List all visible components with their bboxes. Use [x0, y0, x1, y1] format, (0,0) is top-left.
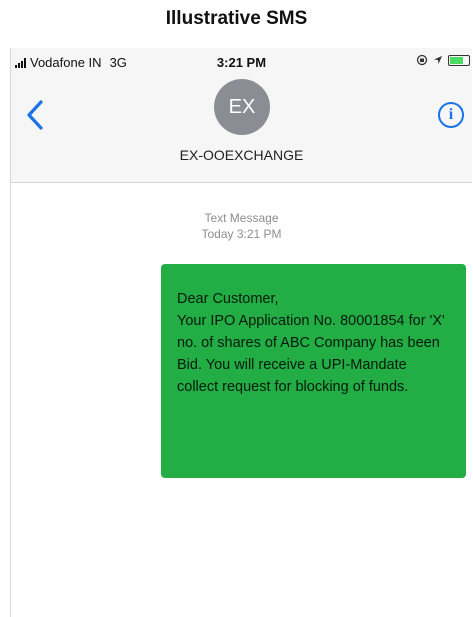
back-button[interactable]	[23, 98, 49, 132]
info-button[interactable]: i	[438, 102, 464, 128]
contact-avatar[interactable]: EX	[214, 79, 270, 135]
message-bubble[interactable]: Dear Customer, Your IPO Application No. …	[161, 264, 466, 478]
status-time: 3:21 PM	[216, 55, 267, 70]
message-type-label: Text Message	[204, 211, 279, 225]
info-icon: i	[448, 106, 454, 123]
avatar-initials: EX	[228, 95, 256, 118]
illustration-caption: Illustrative SMS	[165, 8, 308, 29]
chevron-left-icon	[27, 100, 43, 130]
status-right	[416, 54, 470, 66]
phone-screen: Vodafone IN 3G 3:21 PM EX EX-OOEXCHANGE …	[10, 48, 472, 617]
status-bar: Vodafone IN 3G 3:21 PM	[11, 48, 472, 74]
conversation-header: EX EX-OOEXCHANGE i	[11, 74, 472, 183]
orientation-lock-icon	[416, 54, 428, 66]
battery-icon	[448, 54, 470, 66]
contact-name[interactable]: EX-OOEXCHANGE	[11, 147, 472, 163]
message-greeting: Dear Customer,	[177, 291, 279, 307]
message-meta: Text Message Today 3:21 PM	[11, 210, 472, 242]
message-body: Your IPO Application No. 80001854 for 'X…	[177, 313, 445, 395]
location-icon	[434, 56, 442, 64]
message-timestamp: Today 3:21 PM	[201, 227, 282, 241]
